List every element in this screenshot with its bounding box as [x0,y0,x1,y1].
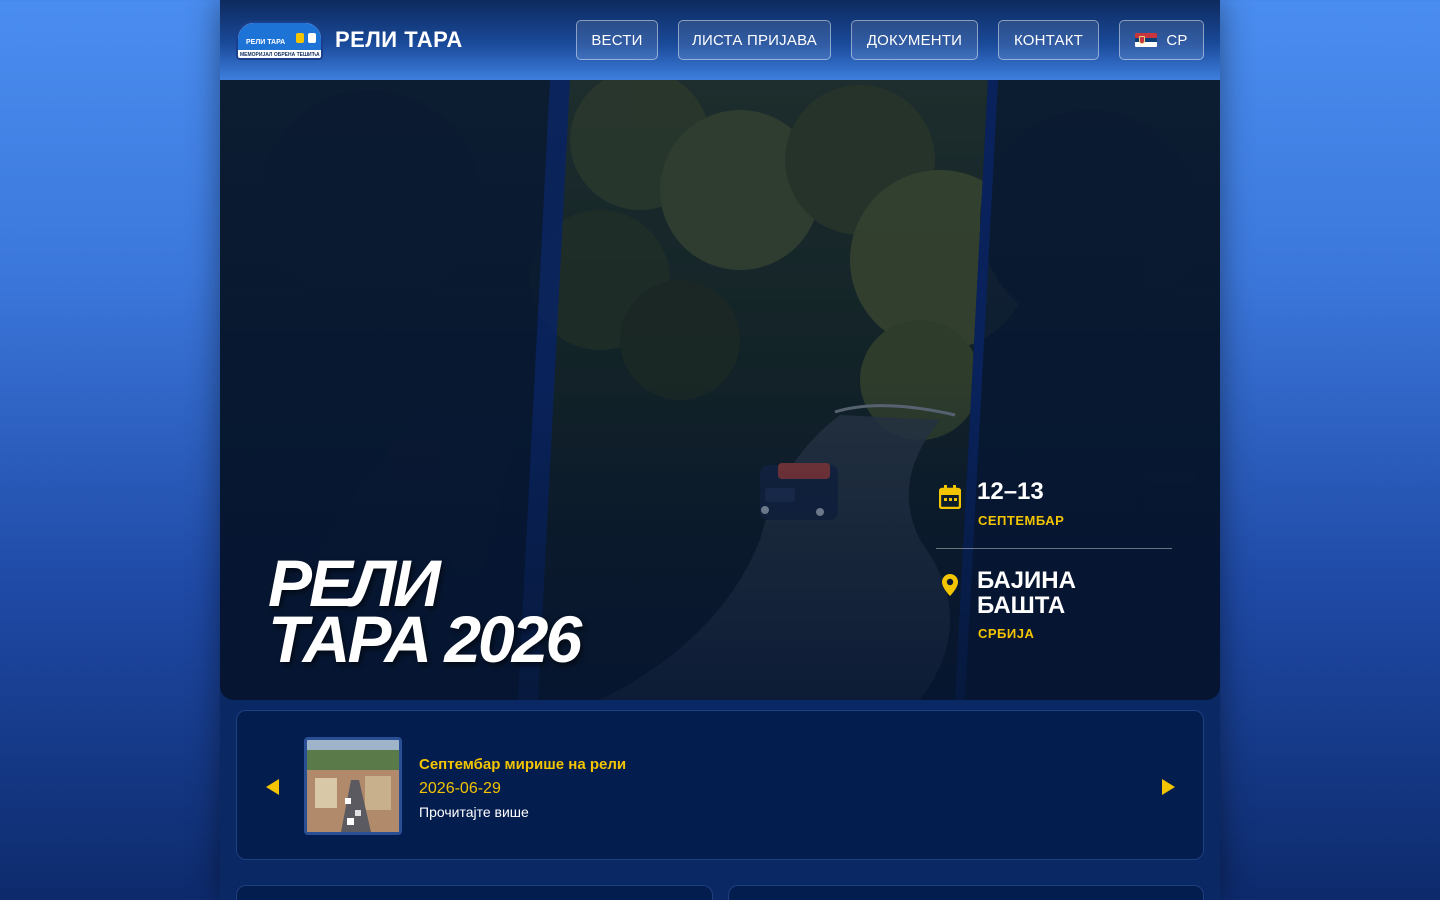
nav-news-button[interactable]: ВЕСТИ [576,20,658,60]
language-selector-button[interactable]: СР [1119,20,1204,60]
nav-documents-button[interactable]: ДОКУМЕНТИ [851,20,978,60]
hero-title-line2: ТАРА 2026 [268,602,582,676]
nav-entry-list-label: ЛИСТА ПРИЈАВА [692,31,817,49]
hero-title: РЕЛИ ТАРА 2026 [268,550,582,676]
event-date: 12–13 [977,478,1044,505]
page-container: РЕЛИ ТАРА МЕМОРИЈАЛ ОБРЕНА ТЕШИЋА РЕЛИ Т… [220,0,1220,900]
nav-entry-list-button[interactable]: ЛИСТА ПРИЈАВА [678,20,831,60]
event-country: СРБИЈА [978,626,1035,641]
site-title[interactable]: РЕЛИ ТАРА [335,27,463,53]
logo-text: РЕЛИ ТАРА [246,39,286,46]
news-carousel: Септембар мирише на рели 2026-06-29 Проч… [236,710,1204,860]
nav-documents-label: ДОКУМЕНТИ [866,31,963,49]
serbia-flag-icon [1135,33,1158,47]
news-thumbnail[interactable] [304,737,402,835]
news-title[interactable]: Септембар мирише на рели [419,756,626,773]
nav-news-label: ВЕСТИ [591,31,643,49]
hero-banner: РЕЛИ ТАРА 2026 12–13 СЕПТЕМБАР БАЈИНА БА… [220,80,1220,700]
content-card-right [728,885,1204,900]
read-more-link[interactable]: Прочитајте више [419,804,529,820]
calendar-icon [939,485,961,509]
news-date: 2026-06-29 [419,780,501,797]
language-label: СР [1166,31,1188,49]
event-location: БАЈИНА БАШТА [977,567,1076,619]
site-header: РЕЛИ ТАРА МЕМОРИЈАЛ ОБРЕНА ТЕШИЋА РЕЛИ Т… [220,0,1220,80]
rally-logo[interactable]: РЕЛИ ТАРА МЕМОРИЈАЛ ОБРЕНА ТЕШИЋА [236,21,323,60]
location-pin-icon [942,574,958,596]
arrow-right-icon[interactable] [1162,779,1175,795]
nav-contact-button[interactable]: КОНТАКТ [998,20,1099,60]
content-card-left [236,885,713,900]
logo-subtitle: МЕМОРИЈАЛ ОБРЕНА ТЕШИЋА [240,52,320,58]
arrow-left-icon[interactable] [266,779,279,795]
event-month: СЕПТЕМБАР [978,513,1065,528]
info-divider [936,548,1172,549]
nav-contact-label: КОНТАКТ [1013,31,1084,49]
